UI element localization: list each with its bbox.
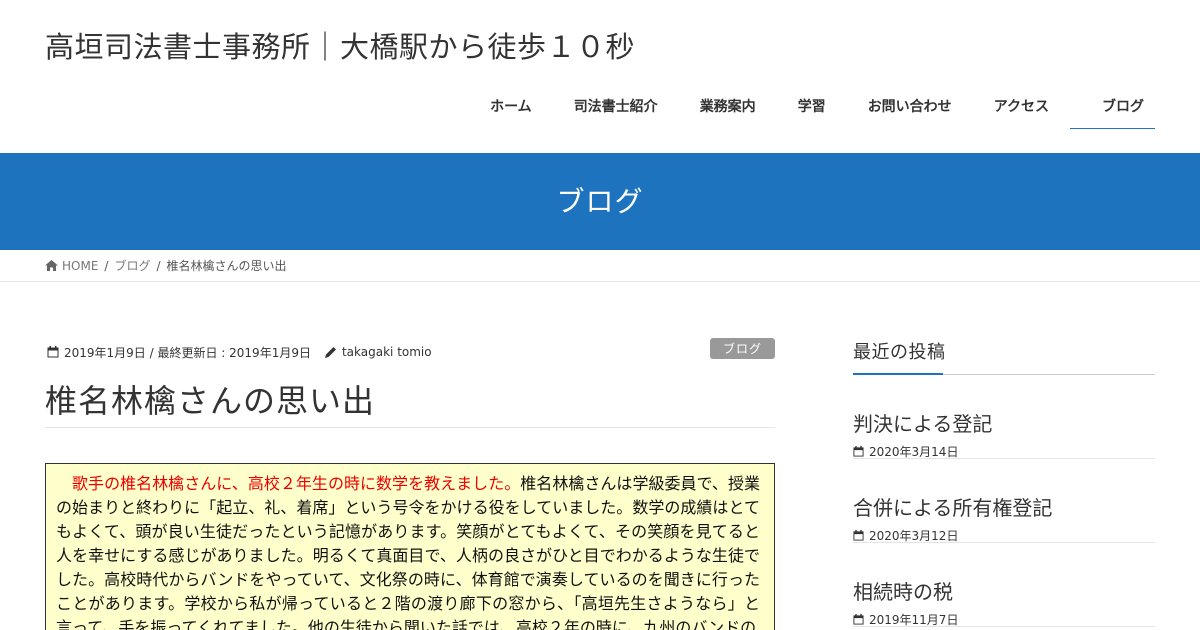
breadcrumb-home[interactable]: HOME [62, 259, 98, 273]
entry-author[interactable]: takagaki tomio [342, 345, 432, 359]
recent-post-title[interactable]: 相続時の税 [853, 576, 953, 605]
entry-content-box: 歌手の椎名林檎さんに、高校２年生の時に数学を教えました。椎名林檎さんは学級委員で… [45, 463, 775, 630]
calendar-icon [47, 346, 59, 358]
pencil-icon [324, 347, 336, 358]
nav-item-study[interactable]: 学習 [777, 84, 847, 129]
entry-title: 椎名林檎さんの思い出 [45, 382, 376, 420]
calendar-icon [853, 530, 864, 541]
category-badge[interactable]: ブログ [709, 338, 775, 359]
sidebar: 最近の投稿 判決による登記 2020年3月14日 合併による所有権登記 2020… [853, 338, 1155, 627]
page-header: ブログ [0, 153, 1200, 250]
entry-date: 2019年1月9日 / 最終更新日 : 2019年1月9日 [64, 345, 311, 360]
breadcrumb-separator: / [156, 258, 161, 273]
recent-post-date: 2019年11月7日 [853, 611, 958, 628]
recent-post-title[interactable]: 合併による所有権登記 [853, 492, 1052, 521]
recent-post-item[interactable]: 判決による登記 2020年3月14日 [853, 375, 1155, 459]
recent-post-item[interactable]: 合併による所有権登記 2020年3月12日 [853, 459, 1155, 543]
nav-item-home[interactable]: ホーム [469, 84, 553, 129]
recent-post-date-text: 2019年11月7日 [869, 613, 959, 627]
entry-body: 歌手の椎名林檎さんに、高校２年生の時に数学を教えました。椎名林檎さんは学級委員で… [56, 472, 760, 630]
entry-meta: 2019年1月9日 / 最終更新日 : 2019年1月9日 takagaki t… [47, 338, 775, 361]
site-title[interactable]: 高垣司法書士事務所｜大橋駅から徒歩１０秒 [45, 24, 635, 66]
breadcrumb-separator: / [104, 258, 109, 273]
title-divider [45, 427, 775, 428]
calendar-icon [853, 614, 864, 625]
breadcrumb-category[interactable]: ブログ [114, 257, 150, 274]
recent-post-item[interactable]: 相続時の税 2019年11月7日 [853, 543, 1155, 627]
entry-lead: 歌手の椎名林檎さんに、高校２年生の時に数学を教えました。 [56, 474, 521, 493]
recent-post-date: 2020年3月14日 [853, 443, 958, 460]
nav-item-profile[interactable]: 司法書士紹介 [553, 84, 679, 129]
nav-item-access[interactable]: アクセス [973, 84, 1070, 129]
calendar-icon [853, 446, 864, 457]
entry-body-text: 椎名林檎さんは学級委員で、授業の始まりと終わりに「起立、礼、着席」という号令をか… [56, 474, 760, 630]
breadcrumb: HOME / ブログ / 椎名林檎さんの思い出 [0, 250, 1200, 282]
recent-post-title[interactable]: 判決による登記 [853, 408, 992, 437]
recent-post-date: 2020年3月12日 [853, 527, 958, 544]
nav-item-blog[interactable]: ブログ [1070, 84, 1155, 129]
nav-item-services[interactable]: 業務案内 [679, 84, 777, 129]
recent-post-date-text: 2020年3月12日 [869, 529, 959, 543]
breadcrumb-current: 椎名林檎さんの思い出 [166, 259, 287, 273]
recent-posts-title: 最近の投稿 [853, 342, 946, 363]
home-icon [45, 260, 58, 271]
global-nav: ホーム 司法書士紹介 業務案内 学習 お問い合わせ アクセス ブログ [469, 84, 1155, 129]
recent-post-date-text: 2020年3月14日 [869, 445, 959, 459]
nav-item-contact[interactable]: お問い合わせ [847, 84, 973, 129]
page-header-title: ブログ [556, 185, 644, 218]
